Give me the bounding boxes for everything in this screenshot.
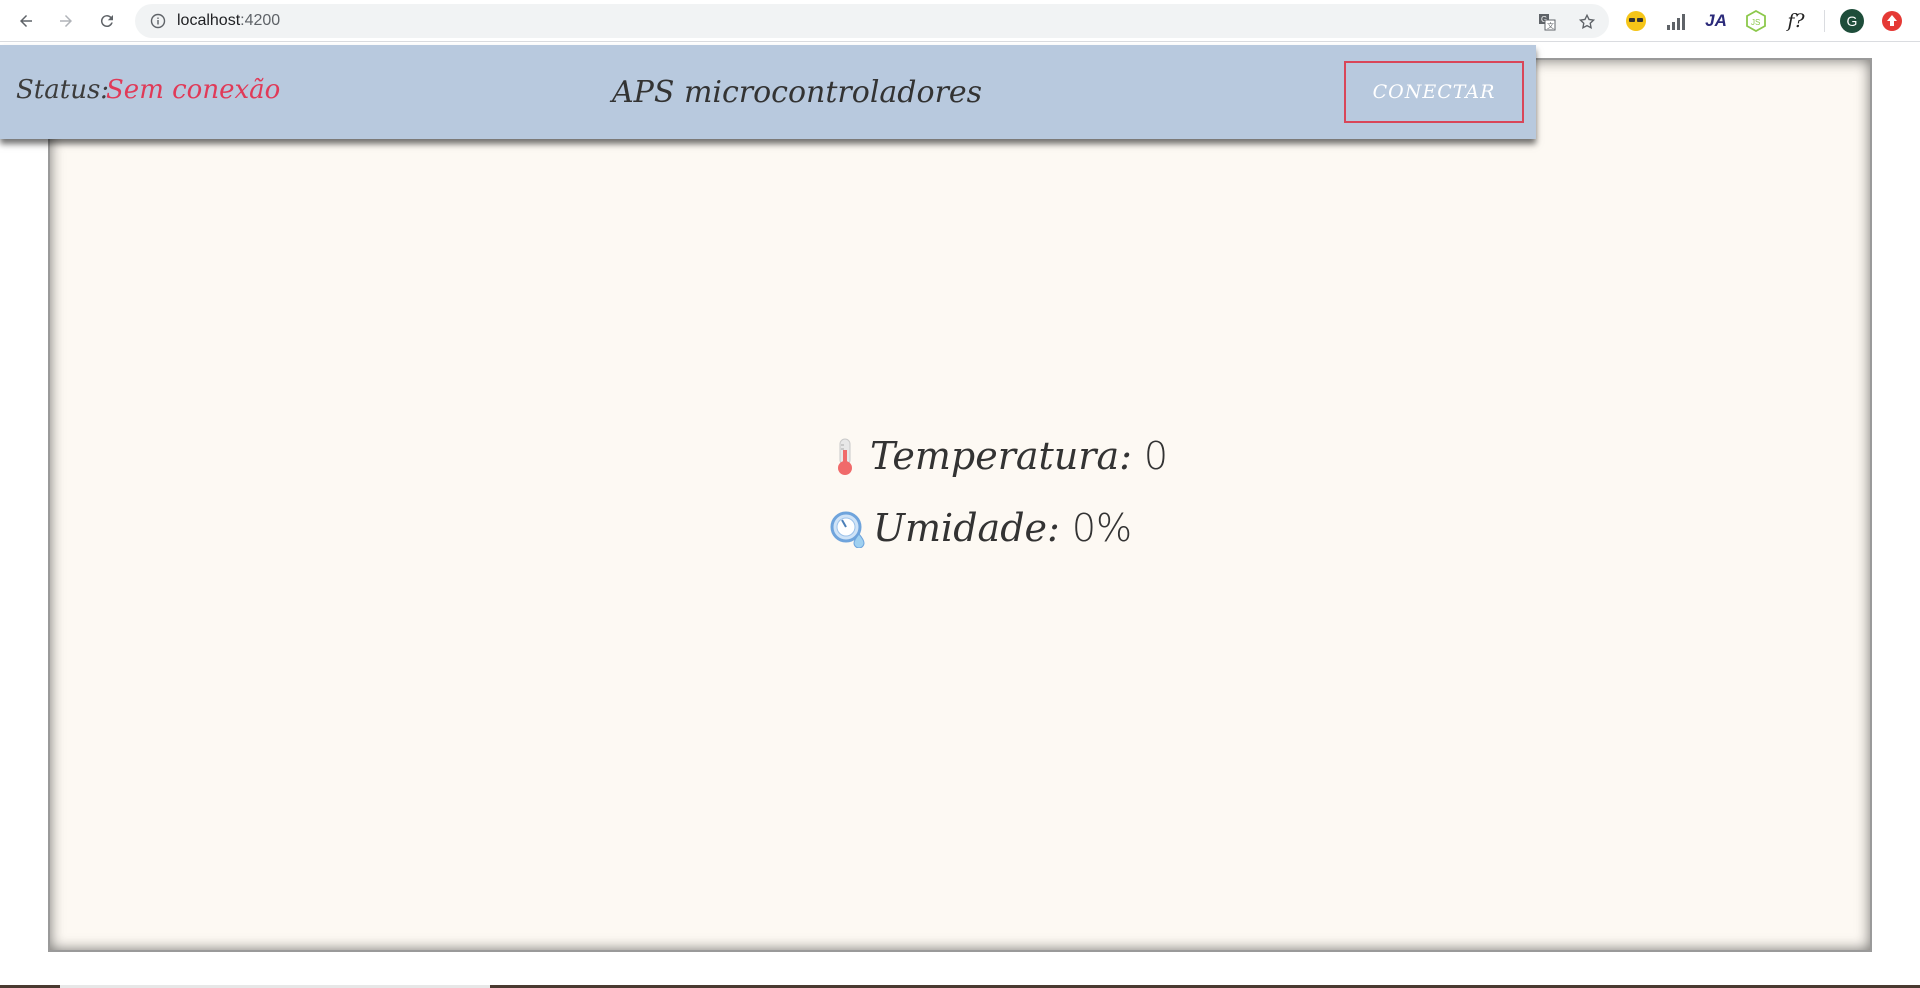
forward-button[interactable] (54, 9, 78, 33)
hygrometer-icon (830, 511, 865, 548)
browser-toolbar: localhost:4200 G 文 JA JS f? G (0, 0, 1920, 42)
page: Status: Sem conexão APS microcontrolador… (0, 42, 1920, 988)
ja-extension-icon[interactable]: JA (1704, 9, 1728, 33)
page-title: APS microcontroladores (612, 75, 983, 110)
status-label: Status: (16, 75, 110, 105)
svg-text:文: 文 (1547, 21, 1554, 30)
sunglasses-extension-icon[interactable] (1624, 9, 1648, 33)
thermometer-icon (838, 438, 852, 475)
profile-avatar[interactable]: G (1840, 9, 1864, 33)
update-extension-icon[interactable] (1880, 9, 1904, 33)
nodejs-extension-icon[interactable]: JS (1744, 9, 1768, 33)
humidity-value: 0% (1071, 506, 1133, 550)
connect-button[interactable]: CONECTAR (1344, 61, 1524, 123)
temperature-reading: Temperatura: 0 (826, 434, 1168, 478)
info-icon[interactable] (150, 13, 166, 29)
url-text: localhost:4200 (177, 12, 280, 30)
reload-icon (100, 15, 113, 28)
translate-icon[interactable]: G 文 (1538, 13, 1556, 31)
address-bar[interactable]: localhost:4200 G 文 (135, 4, 1609, 38)
forward-arrow-icon (60, 15, 72, 27)
temperature-value: 0 (1143, 434, 1169, 478)
app-header: Status: Sem conexão APS microcontrolador… (0, 45, 1536, 139)
reload-button[interactable] (95, 9, 119, 33)
back-button[interactable] (14, 9, 38, 33)
toolbar-divider (1824, 10, 1825, 32)
font-finder-extension-icon[interactable]: f? (1784, 9, 1808, 33)
content-panel (48, 58, 1872, 952)
humidity-reading: Umidade: 0% (829, 506, 1132, 550)
svg-text:JS: JS (1751, 18, 1760, 27)
signal-bars-extension-icon[interactable] (1664, 9, 1688, 33)
temperature-label: Temperatura: (870, 434, 1132, 478)
url-port: :4200 (240, 12, 281, 29)
status-value: Sem conexão (106, 75, 281, 105)
url-host: localhost (177, 12, 241, 29)
star-icon[interactable] (1578, 13, 1596, 31)
back-arrow-icon (20, 15, 32, 27)
profile-avatar-icon: G (1840, 9, 1864, 33)
humidity-label: Umidade: (873, 506, 1060, 550)
